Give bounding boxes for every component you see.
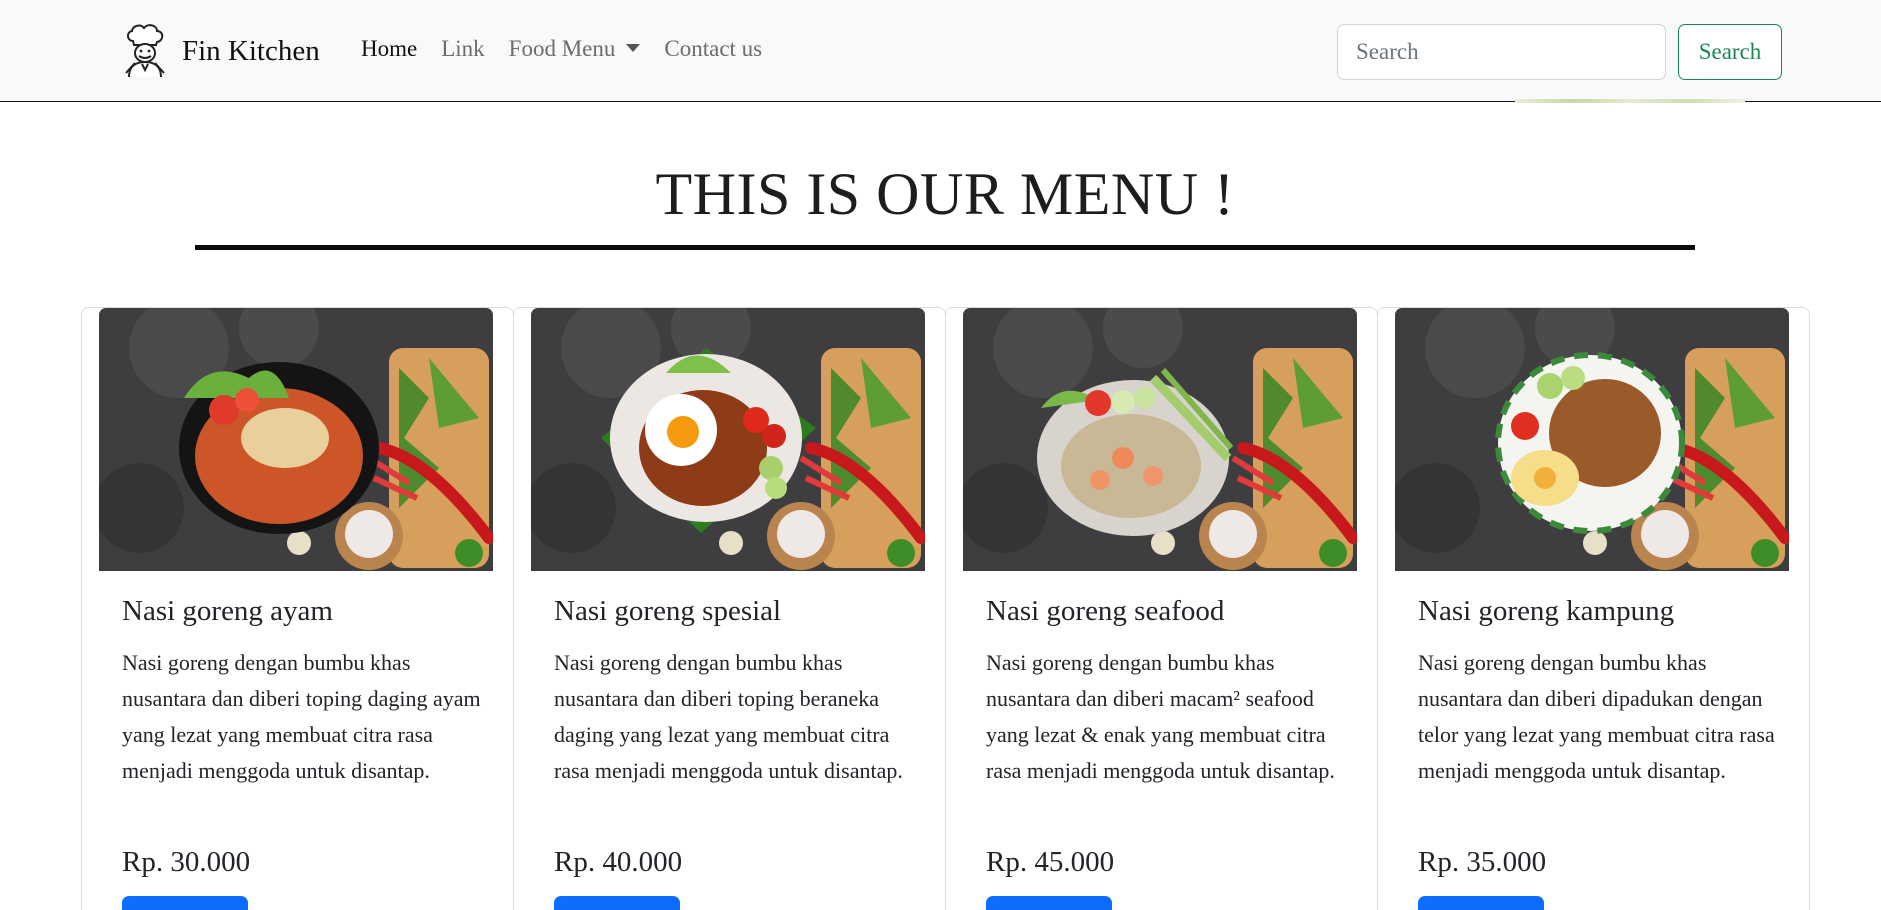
title-underline: [195, 245, 1695, 250]
menu-item-price: Rp. 30.000: [122, 846, 251, 878]
menu-item-title: Nasi goreng kampung: [1418, 595, 1675, 627]
food-image: [99, 308, 493, 571]
navbar: Fin Kitchen Home Link Food Menu Contact …: [0, 0, 1881, 102]
menu-item-title: Nasi goreng ayam: [122, 595, 333, 627]
menu-item-description: Nasi goreng dengan bumbu khas nusantara …: [554, 650, 903, 783]
menu-item-title: Nasi goreng spesial: [554, 595, 782, 627]
menu-item-title: Nasi goreng seafood: [986, 595, 1225, 627]
search-button[interactable]: Search: [1678, 24, 1782, 80]
order-button[interactable]: [122, 896, 248, 910]
food-menu-label: Food Menu: [508, 36, 616, 61]
menu-card: Nasi goreng kampung Nasi goreng dengan b…: [1377, 307, 1810, 910]
page-title: THIS IS OUR MENU !: [655, 161, 1235, 227]
brand-name: Fin Kitchen: [182, 34, 320, 67]
food-image: [1395, 308, 1789, 571]
menu-card: Nasi goreng spesial Nasi goreng dengan b…: [513, 307, 946, 910]
header-image-strip: [1515, 99, 1745, 103]
food-image: [531, 308, 925, 571]
menu-card: Nasi goreng ayam Nasi goreng dengan bumb…: [81, 307, 514, 910]
nav-links: Home Link Food Menu Contact us: [361, 36, 786, 62]
order-button[interactable]: [986, 896, 1112, 910]
nav-link-link[interactable]: Link: [441, 36, 484, 62]
menu-item-price: Rp. 45.000: [986, 846, 1115, 878]
menu-item-description: Nasi goreng dengan bumbu khas nusantara …: [1418, 650, 1775, 783]
chef-icon: [125, 24, 165, 78]
order-button[interactable]: [1418, 896, 1544, 910]
menu-item-description: Nasi goreng dengan bumbu khas nusantara …: [986, 650, 1335, 783]
menu-card: Nasi goreng seafood Nasi goreng dengan b…: [945, 307, 1378, 910]
menu-item-price: Rp. 40.000: [554, 846, 683, 878]
order-button[interactable]: [554, 896, 680, 910]
menu-item-description: Nasi goreng dengan bumbu khas nusantara …: [122, 650, 481, 783]
food-image: [963, 308, 1357, 571]
search-input[interactable]: [1337, 24, 1666, 80]
caret-down-icon: [626, 44, 641, 52]
navbar-brand[interactable]: Fin Kitchen: [120, 22, 320, 80]
menu-item-price: Rp. 35.000: [1418, 846, 1547, 878]
nav-food-menu-dropdown[interactable]: Food Menu: [509, 36, 641, 62]
nav-home-link[interactable]: Home: [361, 36, 417, 62]
nav-contact-link[interactable]: Contact us: [664, 36, 762, 62]
